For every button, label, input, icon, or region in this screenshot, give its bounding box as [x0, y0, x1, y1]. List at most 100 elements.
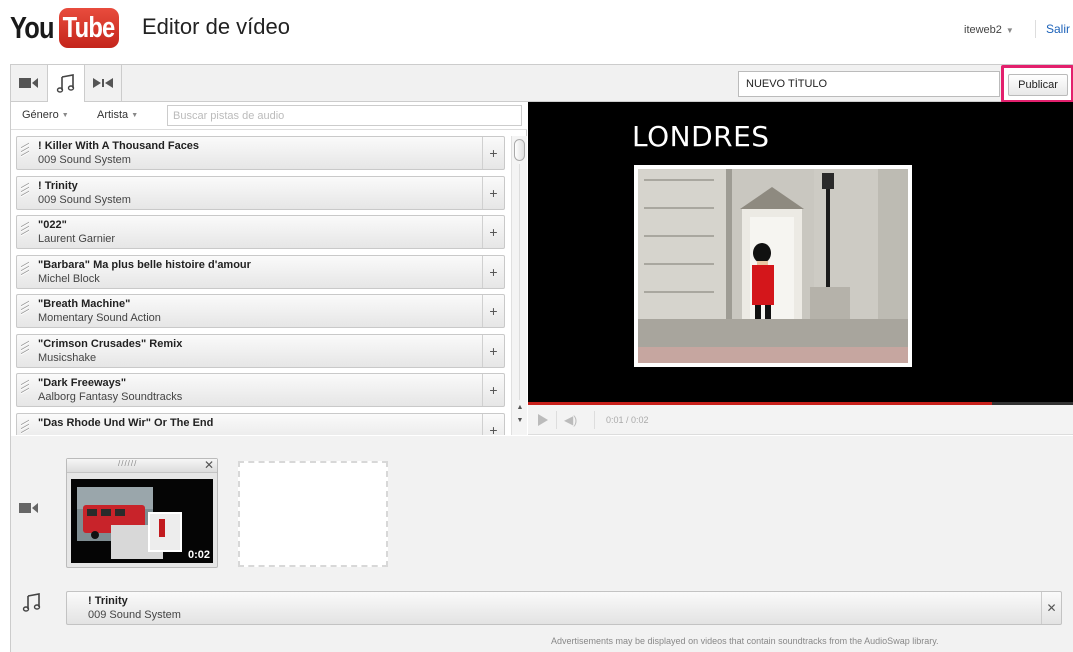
preview-player[interactable]: LONDRES — [528, 102, 1073, 402]
track-artist: Laurent Garnier — [38, 233, 116, 245]
scrollbar-track[interactable] — [519, 164, 520, 400]
video-camera-icon — [19, 78, 38, 88]
timeline-audio-track[interactable]: ! Trinity 009 Sound System ✕ — [66, 591, 1062, 625]
audio-search-input[interactable] — [167, 105, 522, 126]
track-item[interactable]: "Barbara" Ma plus belle histoire d'amour… — [16, 254, 505, 289]
drag-handle-icon[interactable] — [21, 419, 29, 436]
track-list: ! Killer With A Thousand Faces 009 Sound… — [11, 136, 507, 435]
remove-audio-button[interactable]: ✕ — [1041, 592, 1061, 624]
track-title: "Dark Freeways" — [38, 377, 127, 389]
user-menu[interactable]: iteweb2 ▼ — [964, 24, 1014, 36]
scrollbar-thumb[interactable] — [514, 139, 525, 161]
clip-header[interactable]: ////// ✕ — [67, 458, 217, 473]
clip-thumbnail: 0:02 — [71, 479, 213, 563]
chevron-down-icon: ▼ — [1005, 25, 1014, 35]
drag-handle-icon[interactable] — [21, 142, 29, 163]
genre-filter-label: Género — [22, 109, 59, 121]
audio-library: Género ▼ Artista ▼ ! Killer With A Thous… — [11, 102, 527, 435]
track-item[interactable]: "Crimson Crusades" Remix Musicshake + — [16, 333, 505, 368]
track-title: "Crimson Crusades" Remix — [38, 337, 183, 350]
library-filters: Género ▼ Artista ▼ — [11, 102, 527, 130]
playback-time: 0:01 / 0:02 — [606, 415, 649, 425]
track-title: "Das Rhode Und Wir" Or The End — [38, 416, 214, 429]
signout-link[interactable]: Salir — [1046, 22, 1070, 36]
logo-tube-badge: Tube — [59, 8, 119, 48]
track-title: ! Killer With A Thousand Faces — [38, 140, 200, 152]
player-controls: ◀) 0:01 / 0:02 — [528, 405, 1073, 435]
artist-filter[interactable]: Artista ▼ — [97, 109, 138, 121]
control-divider — [556, 411, 557, 429]
drag-handle-icon[interactable] — [21, 340, 29, 361]
track-item[interactable]: ! Trinity 009 Sound System + — [16, 175, 505, 210]
audioswap-disclaimer: Advertisements may be displayed on video… — [551, 636, 939, 646]
track-artist: Aalborg Fantasy Soundtracks — [38, 391, 183, 403]
clip-duration: 0:02 — [187, 549, 210, 561]
audio-track-artist: 009 Sound System — [88, 609, 181, 621]
video-title-input[interactable] — [738, 71, 1000, 97]
drag-handle-icon[interactable] — [21, 182, 29, 203]
editor-toolbar: Publicar — [11, 65, 1073, 103]
scroll-up-arrow-icon[interactable]: ▲ — [515, 403, 525, 413]
add-track-button[interactable]: + — [482, 255, 504, 288]
audio-track-title: ! Trinity — [88, 595, 128, 607]
track-item[interactable]: ! Killer With A Thousand Faces 009 Sound… — [16, 136, 505, 170]
artist-filter-label: Artista — [97, 109, 129, 121]
track-item[interactable]: "Dark Freeways" Aalborg Fantasy Soundtra… — [16, 373, 505, 407]
track-item[interactable]: "Das Rhode Und Wir" Or The End + — [16, 412, 505, 436]
clip-drop-zone[interactable] — [238, 461, 388, 567]
track-artist: Momentary Sound Action — [38, 312, 161, 324]
drag-handle-icon[interactable] — [21, 379, 29, 400]
track-title: "Breath Machine" — [38, 298, 131, 310]
video-editor: Publicar Género ▼ Artista ▼ ! Killer Wit… — [10, 64, 1073, 652]
tab-audio[interactable] — [48, 65, 85, 102]
transition-icon — [93, 78, 113, 88]
slide-title: LONDRES — [632, 120, 770, 153]
tab-video[interactable] — [11, 65, 48, 101]
chevron-down-icon: ▼ — [61, 111, 69, 119]
add-track-button[interactable]: + — [482, 295, 504, 327]
publish-button[interactable]: Publicar — [1008, 74, 1068, 96]
track-list-scrollbar[interactable]: ▲ ▼ — [511, 136, 527, 435]
timeline: ////// ✕ 0:02 ! Trinity 009 Sound System… — [11, 436, 1073, 652]
chevron-down-icon: ▼ — [131, 111, 139, 119]
audio-track-icon — [22, 593, 42, 618]
timeline-video-clip[interactable]: ////// ✕ 0:02 — [66, 458, 218, 568]
track-item[interactable]: "Breath Machine" Momentary Sound Action … — [16, 294, 505, 328]
add-track-button[interactable]: + — [482, 137, 504, 169]
clip-drag-handle[interactable]: ////// — [118, 459, 137, 468]
drag-handle-icon[interactable] — [21, 300, 29, 321]
track-title: ! Trinity — [38, 179, 78, 192]
music-note-icon — [56, 73, 75, 93]
divider — [1035, 20, 1036, 38]
track-artist: Musicshake — [38, 351, 97, 364]
volume-icon[interactable]: ◀) — [564, 413, 577, 427]
track-title: "Barbara" Ma plus belle histoire d'amour — [38, 258, 251, 271]
drag-handle-icon[interactable] — [21, 261, 29, 282]
preview-photo — [634, 165, 912, 367]
track-artist: 009 Sound System — [38, 154, 131, 166]
track-artist: 009 Sound System — [38, 193, 131, 206]
add-track-button[interactable]: + — [482, 374, 504, 406]
add-track-button[interactable]: + — [482, 216, 504, 248]
drag-handle-icon[interactable] — [21, 221, 29, 242]
page-title: Editor de vídeo — [142, 14, 290, 39]
publish-highlight: Publicar — [1001, 65, 1073, 103]
control-divider — [594, 411, 595, 429]
track-artist: Michel Block — [38, 272, 100, 285]
guard-photo-illustration — [638, 169, 908, 363]
track-title: "022" — [38, 219, 67, 231]
logo-you-text: You — [10, 10, 54, 45]
youtube-logo[interactable]: You Tube — [10, 8, 119, 48]
video-track-icon — [19, 501, 39, 519]
logo-tube-text: Tube — [63, 11, 116, 44]
add-track-button[interactable]: + — [482, 413, 504, 435]
tab-transitions[interactable] — [85, 65, 122, 101]
add-track-button[interactable]: + — [482, 176, 504, 209]
remove-clip-button[interactable]: ✕ — [204, 458, 214, 472]
username: iteweb2 — [964, 24, 1002, 36]
add-track-button[interactable]: + — [482, 334, 504, 367]
track-item[interactable]: "022" Laurent Garnier + — [16, 215, 505, 249]
scroll-down-arrow-icon[interactable]: ▼ — [515, 416, 525, 426]
genre-filter[interactable]: Género ▼ — [22, 109, 69, 121]
play-icon[interactable] — [538, 414, 548, 426]
